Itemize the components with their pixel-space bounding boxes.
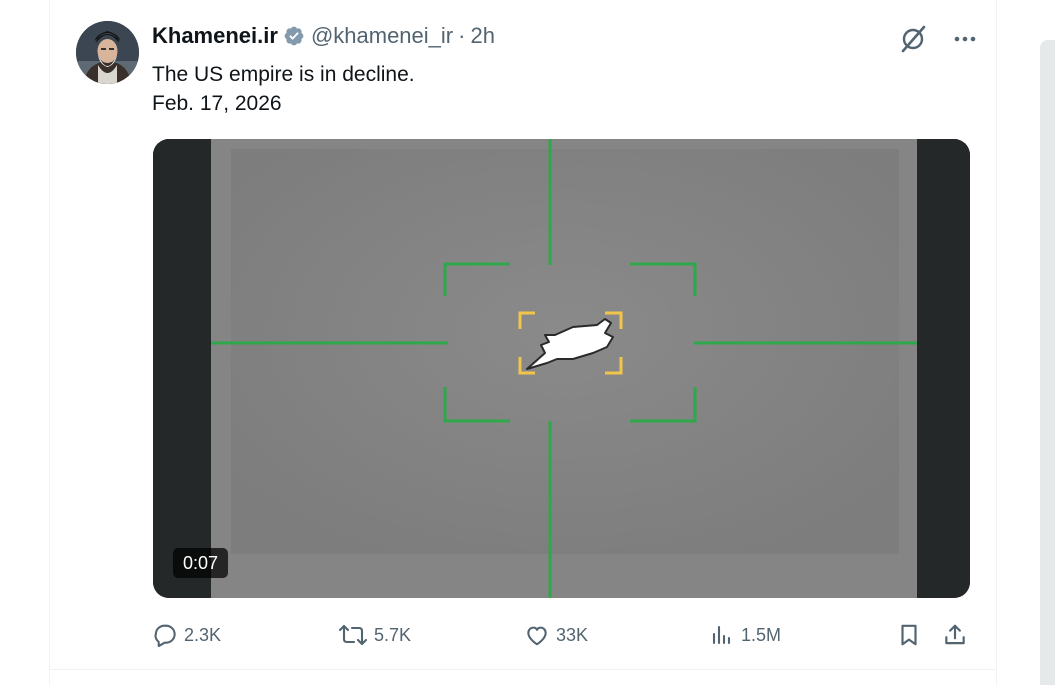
right-sidebar-edge	[1040, 40, 1055, 685]
grok-icon[interactable]	[896, 24, 930, 54]
tweet-text-line-1: The US empire is in decline.	[152, 63, 415, 86]
tweet-text-line-2: Feb. 17, 2026	[152, 92, 282, 115]
avatar[interactable]	[76, 21, 139, 84]
top-actions	[896, 24, 978, 54]
reply-count: 2.3K	[184, 624, 222, 645]
share-icon	[942, 622, 968, 648]
separator-dot: ·	[458, 23, 466, 48]
views-count: 1.5M	[741, 624, 782, 645]
tweet-divider	[49, 669, 997, 670]
views-icon	[709, 622, 735, 648]
action-bar: 2.3K 5.7K 33K 1.5M	[152, 620, 972, 650]
views-button[interactable]: 1.5M	[709, 620, 781, 650]
like-button[interactable]: 33K	[524, 620, 588, 650]
share-button[interactable]	[942, 620, 968, 650]
handle[interactable]: @khamenei_ir	[311, 23, 453, 49]
like-icon	[524, 622, 550, 648]
repost-button[interactable]: 5.7K	[338, 620, 411, 650]
feed-border-left	[49, 0, 50, 685]
repost-icon	[338, 622, 368, 648]
reply-button[interactable]: 2.3K	[152, 620, 221, 650]
timestamp[interactable]: 2h	[470, 23, 494, 49]
video-duration-badge: 0:07	[173, 548, 229, 578]
video-player[interactable]	[153, 139, 970, 598]
bookmark-button[interactable]	[896, 620, 922, 650]
like-count: 33K	[556, 624, 589, 645]
feed-border-right	[996, 0, 997, 685]
repost-count: 5.7K	[374, 624, 412, 645]
tweet-text: The US empire is in decline. Feb. 17, 20…	[152, 60, 415, 118]
avatar-portrait	[76, 21, 139, 84]
tweet-page: Khamenei.ir @khamenei_ir · 2h The US emp…	[0, 0, 1055, 685]
bookmark-icon	[896, 622, 922, 648]
video-frame	[153, 139, 970, 598]
more-icon[interactable]	[952, 26, 978, 52]
display-name[interactable]: Khamenei.ir	[152, 23, 278, 49]
reply-icon	[152, 622, 178, 648]
verified-badge-icon[interactable]	[283, 25, 305, 47]
tweet-header: Khamenei.ir @khamenei_ir · 2h	[152, 22, 495, 50]
